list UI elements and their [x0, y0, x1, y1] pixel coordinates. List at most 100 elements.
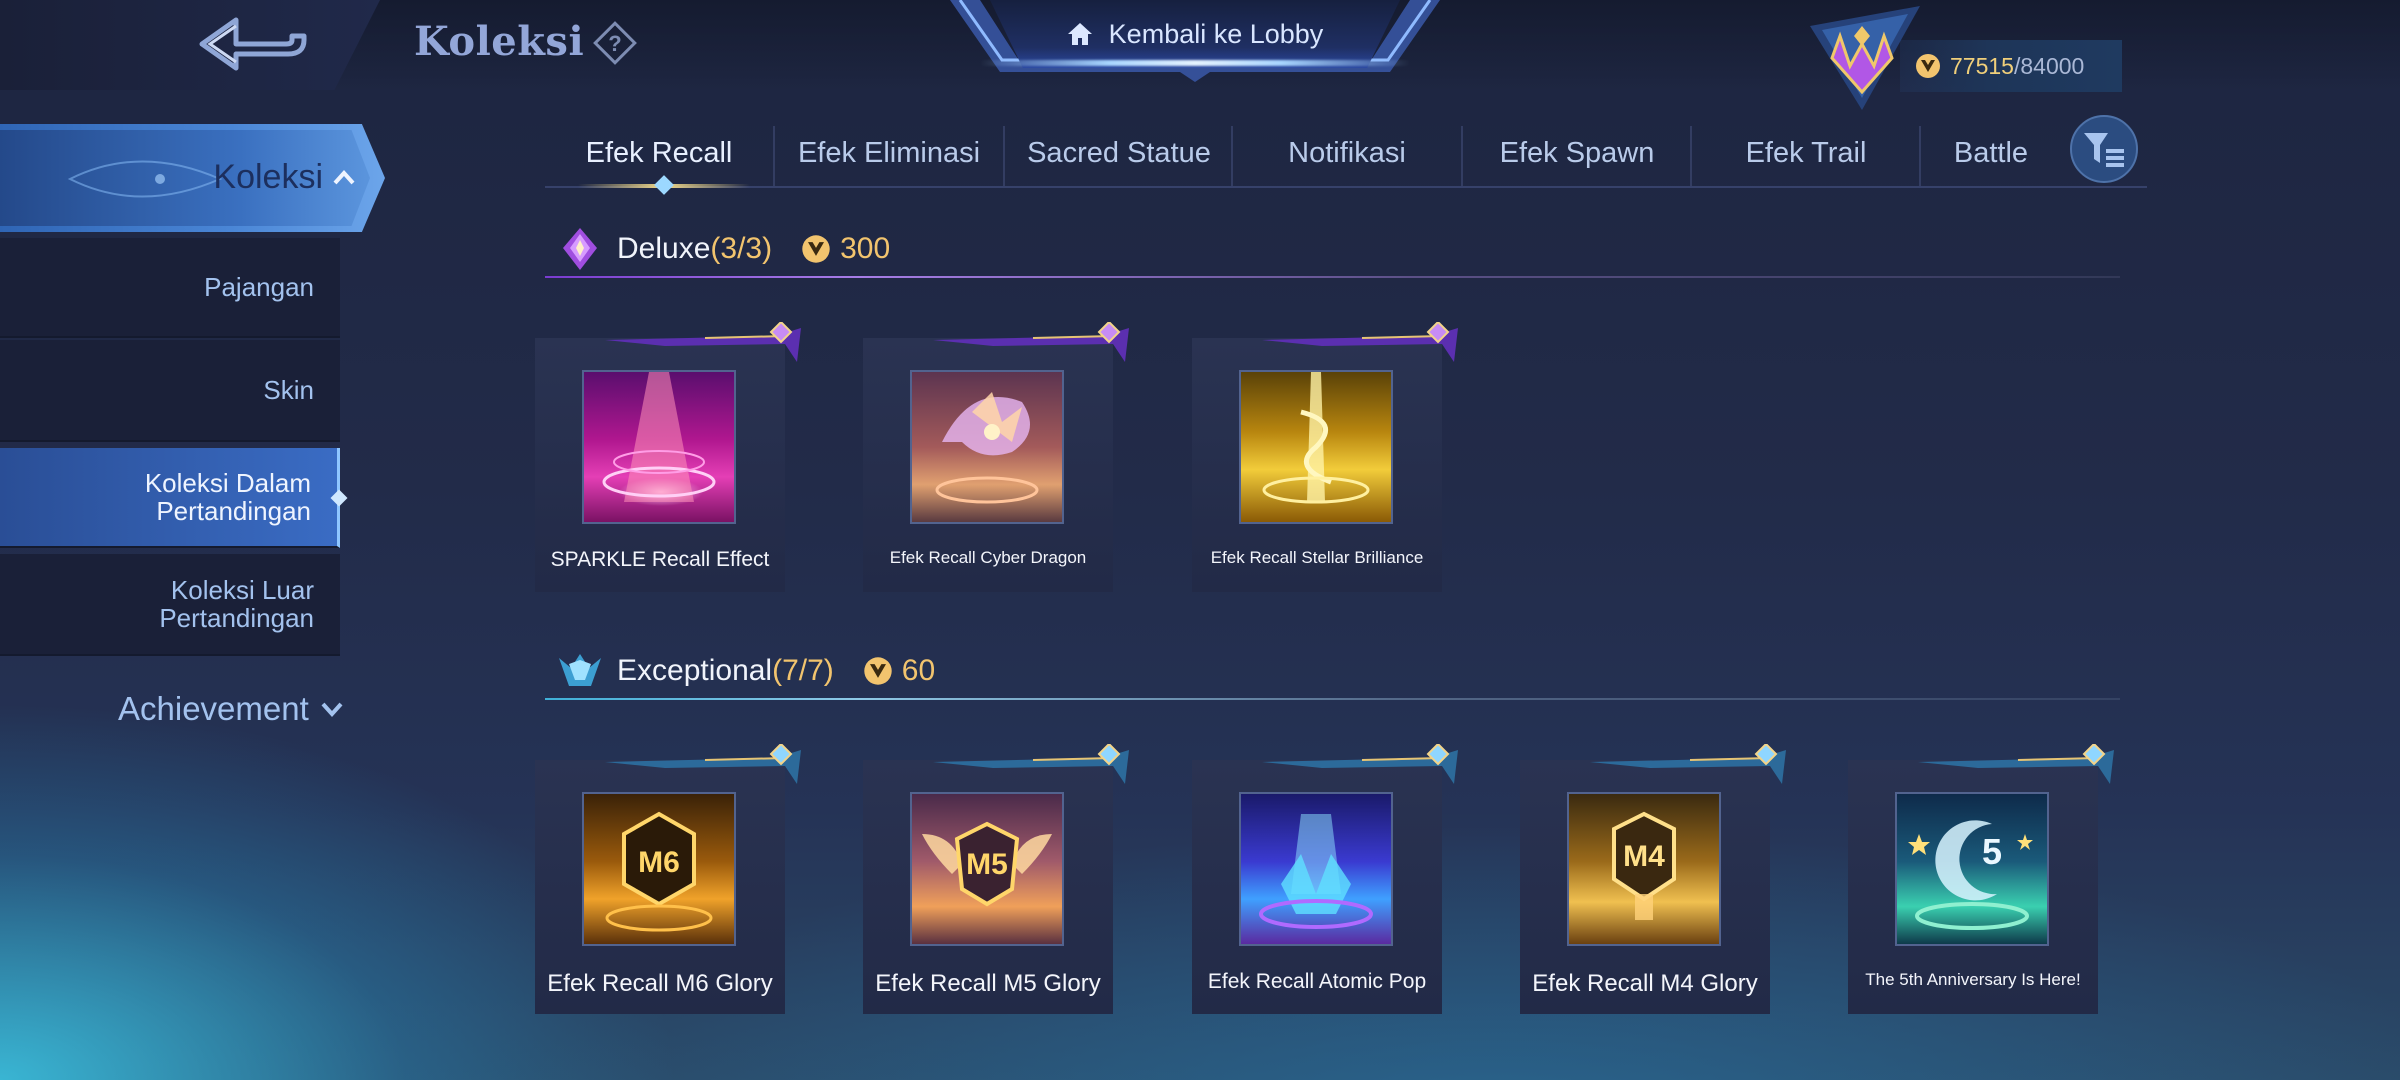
- section-name: Deluxe: [617, 232, 711, 265]
- exceptional-crown-icon: [559, 654, 601, 686]
- filter-button[interactable]: [2070, 115, 2138, 183]
- m6-badge-icon: M6: [605, 811, 713, 932]
- sidebar-item-label: Skin: [263, 375, 314, 405]
- lobby-button-frame: Kembali ke Lobby: [950, 0, 1440, 82]
- atomic-pop-effect-icon: [1259, 814, 1373, 929]
- item-thumbnail: [910, 370, 1064, 524]
- m4-badge-icon: M4: [1612, 811, 1676, 920]
- section-cost: 60: [862, 654, 935, 688]
- exceptional-ribbon-icon: [1918, 744, 2114, 784]
- tab-label: Efek Recall: [585, 136, 733, 169]
- sidebar-item-label: Koleksi Luar Pertandingan: [159, 575, 314, 633]
- item-label: The 5th Anniversary Is Here!: [1865, 970, 2081, 989]
- stellar-effect-icon: [1262, 372, 1370, 504]
- section-count: (7/7): [772, 654, 834, 687]
- dragon-effect-icon: [935, 392, 1039, 504]
- filter-icon: [2084, 133, 2124, 167]
- currency-current: 77515: [1950, 52, 2014, 79]
- page-title: Koleksi: [414, 18, 585, 65]
- section-name: Exceptional: [617, 654, 773, 687]
- section-cost: 300: [800, 232, 890, 266]
- section-cost-value: 60: [901, 654, 936, 687]
- tab-label: Efek Eliminasi: [797, 136, 981, 169]
- sidebar-item-label: Koleksi Dalam Pertandingan: [144, 468, 311, 526]
- exceptional-ribbon-icon: [1262, 744, 1458, 784]
- anniversary-badge-icon: 5: [1908, 820, 2033, 930]
- home-icon: [1067, 23, 1092, 45]
- sidebar-item-koleksi-luar-pertandingan[interactable]: Koleksi Luar Pertandingan: [0, 554, 340, 656]
- item-thumbnail: [1239, 370, 1393, 524]
- back-button[interactable]: [190, 12, 320, 78]
- battle-point-icon: [864, 657, 892, 685]
- active-indicator-icon: [330, 489, 348, 507]
- deluxe-ribbon-icon: [605, 322, 801, 362]
- section-header-deluxe: Deluxe(3/3) 300: [545, 220, 2120, 278]
- back-arrow-icon: [199, 17, 307, 71]
- lobby-glow: [980, 60, 1410, 66]
- svg-text:M5: M5: [966, 848, 1008, 881]
- help-icon[interactable]: ?: [592, 20, 638, 66]
- deluxe-ribbon-icon: [933, 322, 1129, 362]
- svg-text:?: ?: [608, 31, 621, 56]
- svg-text:5: 5: [1982, 831, 2002, 872]
- back-to-lobby-button[interactable]: Kembali ke Lobby: [990, 0, 1400, 68]
- item-label: Efek Recall M4 Glory: [1532, 970, 1758, 997]
- achievement-label: Achievement: [118, 690, 309, 727]
- item-card-stellar-brilliance[interactable]: Efek Recall Stellar Brilliance: [1192, 322, 1458, 592]
- section-title: Deluxe(3/3): [617, 232, 772, 266]
- item-card-m5-glory[interactable]: M5 Efek Recall M5 Glory: [863, 744, 1129, 1014]
- deluxe-gem-icon: [563, 228, 597, 270]
- sidebar-item-koleksi-dalam-pertandingan[interactable]: Koleksi Dalam Pertandingan: [0, 448, 348, 548]
- sidebar-head-label: Koleksi: [213, 158, 323, 196]
- item-card-cyber-dragon[interactable]: Efek Recall Cyber Dragon: [863, 322, 1129, 592]
- tab-label: Efek Spawn: [1499, 136, 1655, 169]
- item-card-atomic-pop[interactable]: Efek Recall Atomic Pop: [1192, 744, 1458, 1014]
- section-cost-value: 300: [840, 232, 891, 265]
- sidebar-item-pajangan[interactable]: Pajangan: [0, 238, 340, 338]
- tab-label: Sacred Statue: [1027, 136, 1211, 169]
- item-card-5th-anniversary[interactable]: 5 The 5th Anniversary Is Here!: [1848, 744, 2114, 1014]
- tab-sacred-statue[interactable]: Sacred Statue: [1005, 122, 1233, 184]
- section-count: (3/3): [710, 232, 773, 265]
- item-card-m6-glory[interactable]: M6 Efek Recall M6 Glory: [535, 744, 801, 1014]
- section-divider: [545, 698, 2120, 700]
- item-label: Efek Recall Cyber Dragon: [889, 548, 1087, 567]
- section-header-exceptional: Exceptional(7/7) 60: [545, 642, 2120, 700]
- sidebar-koleksi-header[interactable]: Koleksi: [0, 124, 385, 232]
- tab-battle[interactable]: Battle: [1921, 122, 2061, 184]
- item-label: Efek Recall M5 Glory: [875, 970, 1101, 997]
- tab-label: Battle: [1953, 136, 2029, 169]
- currency-max: /84000: [2013, 52, 2085, 79]
- item-thumbnail: [582, 370, 736, 524]
- item-card-sparkle-recall[interactable]: SPARKLE Recall Effect: [535, 322, 801, 592]
- tab-label: Notifikasi: [1288, 136, 1406, 169]
- exceptional-ribbon-icon: [933, 744, 1129, 784]
- exceptional-ribbon-icon: [1590, 744, 1786, 784]
- svg-text:M4: M4: [1623, 840, 1665, 873]
- tab-efek-recall[interactable]: Efek Recall: [545, 122, 773, 184]
- item-thumbnail: [1239, 792, 1393, 946]
- item-label: Efek Recall Atomic Pop: [1207, 970, 1427, 993]
- tab-efek-spawn[interactable]: Efek Spawn: [1463, 122, 1691, 184]
- tab-efek-trail[interactable]: Efek Trail: [1692, 122, 1920, 184]
- item-card-m4-glory[interactable]: M4 Efek Recall M4 Glory: [1520, 744, 1786, 1014]
- sidebar-item-label: Pajangan: [204, 272, 314, 302]
- lobby-label: Kembali ke Lobby: [1108, 18, 1324, 49]
- item-label: Efek Recall M6 Glory: [547, 970, 773, 997]
- item-label: Efek Recall Stellar Brilliance: [1210, 548, 1424, 567]
- battle-point-icon: [802, 235, 830, 263]
- item-label: SPARKLE Recall Effect: [550, 548, 770, 571]
- item-thumbnail: M6: [582, 792, 736, 946]
- m5-badge-icon: M5: [922, 821, 1052, 907]
- section-title: Exceptional(7/7): [617, 654, 834, 688]
- sidebar-item-skin[interactable]: Skin: [0, 340, 340, 442]
- tab-efek-eliminasi[interactable]: Efek Eliminasi: [775, 122, 1003, 184]
- svg-text:M6: M6: [638, 846, 680, 879]
- tab-notifikasi[interactable]: Notifikasi: [1233, 122, 1461, 184]
- exceptional-ribbon-icon: [605, 744, 801, 784]
- battle-point-icon: [1916, 54, 1940, 78]
- currency-display: 77515/84000: [1900, 40, 2122, 92]
- chevron-up-icon: [333, 170, 355, 185]
- section-divider: [545, 276, 2120, 278]
- sidebar-achievement[interactable]: Achievement: [118, 690, 343, 728]
